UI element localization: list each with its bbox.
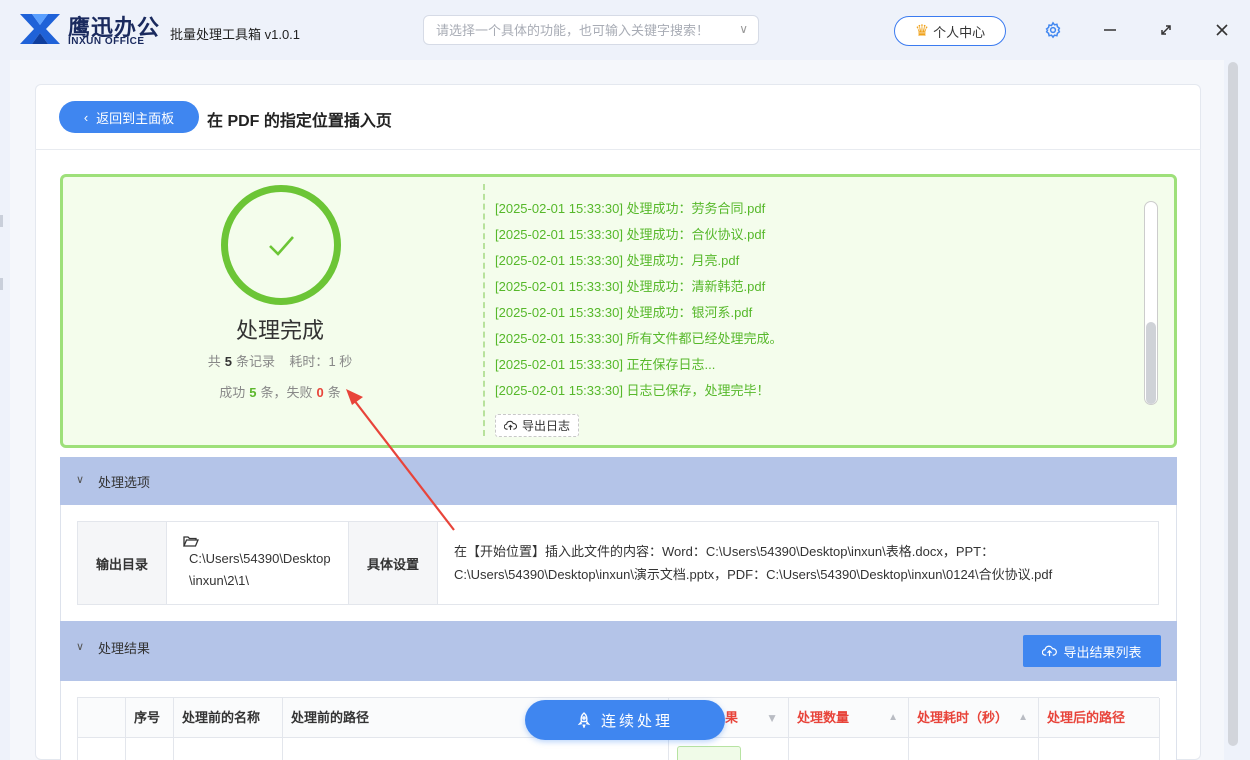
options-table: 输出目录 C:\Users\54390\Desktop\inxun\2\1\ 具… — [77, 521, 1159, 605]
results-section-header[interactable]: ∨ 处理结果 — [60, 621, 1177, 681]
cloud-upload-icon — [1042, 645, 1058, 657]
title-bar: 鹰迅办公 INXUN OFFICE 批量处理工具箱 v1.0.1 ∨ ♛ 个人中… — [0, 0, 1250, 60]
status-title: 处理完成 — [235, 318, 324, 343]
inxun-logo-icon — [20, 14, 60, 44]
column-duration-label: 处理耗时（秒） — [917, 710, 1009, 725]
column-status-label: 果 — [725, 710, 739, 725]
page-scrollbar[interactable] — [1228, 62, 1238, 746]
user-center-label: 个人中心 — [933, 24, 986, 40]
column-count-label: 处理数量 — [797, 710, 850, 725]
column-index[interactable]: 序号 — [126, 698, 174, 738]
table-cell — [669, 738, 789, 760]
continue-processing-label: 连续处理 — [600, 712, 673, 730]
table-cell — [174, 738, 283, 760]
chevron-down-icon[interactable]: ∨ — [76, 473, 84, 486]
output-dir-value: C:\Users\54390\Desktop\inxun\2\1\ — [189, 550, 331, 588]
log-line: [2025-02-01 15:33:30] 所有文件都已经处理完成。 — [495, 331, 783, 346]
status-badge — [677, 746, 741, 760]
options-section-header[interactable]: ∨ 处理选项 — [60, 457, 1177, 505]
table-cell — [909, 738, 1039, 760]
log-line: [2025-02-01 15:33:30] 日志已保存，处理完毕！ — [495, 383, 770, 398]
export-log-label: 导出日志 — [521, 419, 570, 433]
gear-icon[interactable] — [1041, 18, 1065, 42]
log-divider — [483, 184, 485, 436]
log-scrollbar[interactable] — [1144, 201, 1158, 405]
table-cell — [126, 738, 174, 760]
export-results-button[interactable]: 导出结果列表 — [1023, 635, 1161, 667]
log-line: [2025-02-01 15:33:30] 处理成功：月亮.pdf — [495, 253, 740, 268]
check-circle-icon — [221, 185, 341, 305]
settings-value: 在【开始位置】插入此文件的内容：Word：C:\Users\54390\Desk… — [454, 544, 1053, 582]
output-dir-label: 输出目录 — [78, 522, 167, 604]
log-line: [2025-02-01 15:33:30] 处理成功：银河系.pdf — [495, 305, 753, 320]
options-section-label: 处理选项 — [98, 475, 151, 490]
table-cell — [283, 738, 669, 760]
filter-icon[interactable]: ▼ — [766, 698, 778, 738]
settings-label: 具体设置 — [349, 522, 438, 604]
side-edge-mark — [0, 278, 3, 290]
table-cell — [789, 738, 909, 760]
cloud-upload-icon — [503, 420, 517, 430]
column-count[interactable]: 处理数量 ▲ — [789, 698, 909, 738]
success-fail-stats: 成功 5 条，失败 0 条 — [219, 385, 341, 400]
search-input[interactable] — [424, 16, 714, 44]
column-duration[interactable]: 处理耗时（秒） ▲ — [909, 698, 1039, 738]
user-center-button[interactable]: ♛ 个人中心 — [894, 16, 1006, 46]
select-column[interactable] — [78, 698, 126, 738]
log-line: [2025-02-01 15:33:30] 处理成功：合伙协议.pdf — [495, 227, 766, 242]
output-dir-cell[interactable]: C:\Users\54390\Desktop\inxun\2\1\ — [167, 522, 349, 604]
table-row[interactable] — [78, 738, 126, 760]
logo-subtext: INXUN OFFICE — [68, 36, 145, 47]
page-title: 在 PDF 的指定位置插入页 — [207, 113, 392, 130]
log-line: [2025-02-01 15:33:30] 处理成功：清新韩范.pdf — [495, 279, 766, 294]
close-icon[interactable] — [1210, 18, 1234, 42]
total-stats: 共 5 条记录 耗时：1 秒 — [207, 354, 353, 369]
results-section-label: 处理结果 — [98, 641, 151, 656]
folder-open-icon[interactable] — [183, 535, 199, 548]
export-results-label: 导出结果列表 — [1063, 644, 1142, 660]
side-edge-mark — [0, 215, 3, 227]
table-cell — [1039, 738, 1160, 760]
divider — [35, 149, 1201, 150]
log-list: [2025-02-01 15:33:30] 处理成功：劳务合同.pdf [202… — [495, 196, 1135, 404]
back-to-home-button[interactable]: ‹ 返回到主面板 — [59, 101, 199, 133]
back-label: 返回到主面板 — [96, 110, 175, 126]
maximize-icon[interactable] — [1154, 18, 1178, 42]
log-line: [2025-02-01 15:33:30] 处理成功：劳务合同.pdf — [495, 201, 766, 216]
rocket-icon — [577, 712, 591, 728]
search-box[interactable]: ∨ — [423, 15, 759, 45]
chevron-left-icon: ‹ — [83, 109, 89, 125]
export-log-button[interactable]: 导出日志 — [495, 414, 579, 437]
column-name-before[interactable]: 处理前的名称 — [174, 698, 283, 738]
app-title: 批量处理工具箱 v1.0.1 — [170, 27, 301, 42]
crown-icon: ♛ — [914, 23, 930, 40]
column-path-after[interactable]: 处理后的路径 — [1039, 698, 1160, 738]
log-line: [2025-02-01 15:33:30] 正在保存日志... — [495, 357, 716, 372]
sort-icon[interactable]: ▲ — [888, 698, 898, 738]
chevron-down-icon[interactable]: ∨ — [76, 640, 84, 653]
continue-processing-button[interactable]: 连续处理 — [525, 700, 725, 740]
minimize-icon[interactable] — [1098, 18, 1122, 42]
chevron-down-icon[interactable]: ∨ — [739, 22, 748, 36]
sort-icon[interactable]: ▲ — [1018, 698, 1028, 738]
